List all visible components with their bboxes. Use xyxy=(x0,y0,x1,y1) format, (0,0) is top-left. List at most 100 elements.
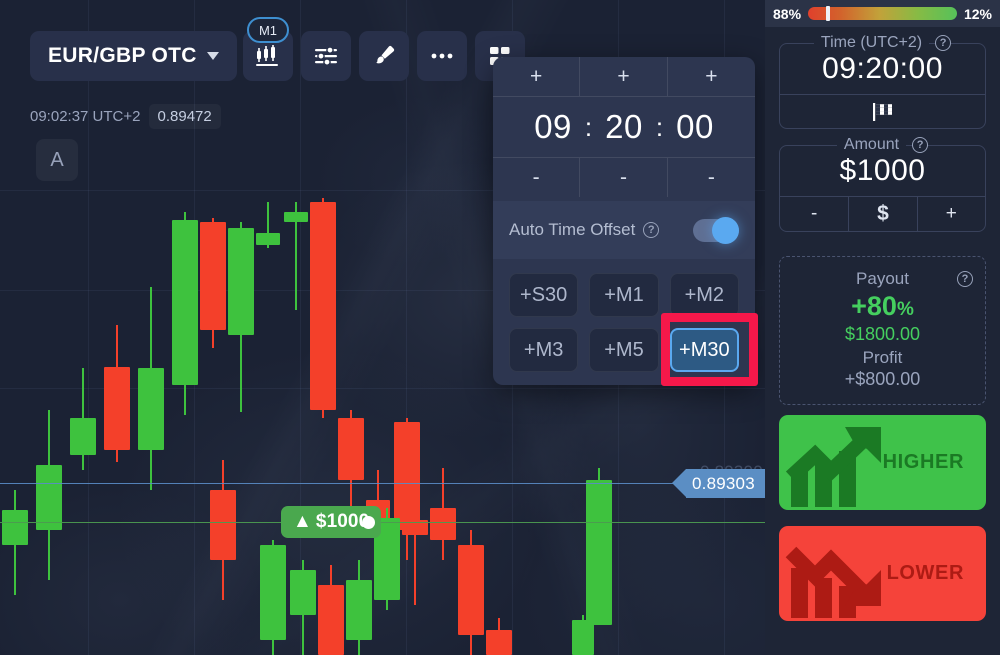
payout-percent: +80% xyxy=(780,291,985,322)
candle-wick xyxy=(414,470,416,605)
higher-button[interactable]: HIGHER xyxy=(779,415,986,510)
help-icon[interactable]: ? xyxy=(912,137,929,153)
amount-field-header: Amount ? xyxy=(780,136,985,154)
more-options-button[interactable] xyxy=(417,31,467,81)
candle-body xyxy=(586,480,612,625)
candle xyxy=(2,490,28,595)
higher-button-label: HIGHER xyxy=(882,451,964,473)
trade-panel: 88% 12% Time (UTC+2) ? 09:20:00 Amount ?… xyxy=(765,0,1000,655)
amount-field[interactable]: Amount ? $1000 - $ + xyxy=(779,136,986,232)
drawing-tools-button[interactable] xyxy=(359,31,409,81)
candle-body xyxy=(310,202,336,410)
symbol-selector-button[interactable]: EUR/GBP OTC xyxy=(30,31,237,81)
offset-button-plus-m30[interactable]: +M30 xyxy=(669,328,739,372)
payout-percent-value: +80 xyxy=(851,291,897,321)
candle-body xyxy=(36,465,62,530)
candle xyxy=(260,540,286,655)
candle xyxy=(310,198,336,418)
auto-time-offset-label: Auto Time Offset xyxy=(509,220,636,239)
candle xyxy=(430,468,456,560)
offset-button-plus-m2[interactable]: +M2 xyxy=(669,273,739,317)
candle xyxy=(210,460,236,600)
quick-offset-grid: +S30 +M1 +M2 +M3 +M5 +M30 xyxy=(493,259,755,385)
candle-body xyxy=(256,233,280,245)
offset-button-plus-m5[interactable]: +M5 xyxy=(589,328,659,372)
amount-field-label: Amount xyxy=(836,136,907,154)
offset-button-plus-m1[interactable]: +M1 xyxy=(589,273,659,317)
time-field[interactable]: Time (UTC+2) ? 09:20:00 xyxy=(779,34,986,129)
more-dots-icon xyxy=(431,53,453,59)
help-icon[interactable]: ? xyxy=(643,222,660,238)
lower-button-label: LOWER xyxy=(886,562,964,584)
candle-body xyxy=(138,368,164,450)
candle-body xyxy=(346,580,372,640)
profit-amount: +$800.00 xyxy=(844,369,921,389)
candle-body xyxy=(572,620,594,655)
amount-decrement-button[interactable]: - xyxy=(780,197,848,231)
price-badge-arrow xyxy=(672,469,686,497)
hours-decrement-button[interactable]: - xyxy=(493,158,581,197)
candle xyxy=(256,202,280,248)
auto-time-offset-toggle[interactable] xyxy=(693,216,739,244)
offset-button-plus-s30[interactable]: +S30 xyxy=(509,273,579,317)
candle-body xyxy=(210,490,236,560)
payout-amount: $1800.00 xyxy=(844,324,921,344)
candle-body xyxy=(284,212,308,222)
timeframe-badge: M1 xyxy=(247,17,289,43)
candle-body xyxy=(104,367,130,450)
sentiment-right-percent: 12% xyxy=(963,5,992,22)
payout-percent-unit: % xyxy=(896,299,914,320)
checkered-flag-icon xyxy=(872,102,892,121)
quote-readout: 09:02:37 UTC+2 0.89472 xyxy=(30,104,221,129)
candle-body xyxy=(290,570,316,615)
seconds-increment-button[interactable]: + xyxy=(668,57,755,96)
hours-value[interactable]: 09 xyxy=(534,108,572,146)
candle-body xyxy=(486,630,512,655)
current-price-line xyxy=(0,483,765,484)
candle xyxy=(318,565,344,655)
time-decrement-row: - - - xyxy=(493,158,755,197)
time-separator: : xyxy=(584,111,593,142)
lower-button[interactable]: LOWER xyxy=(779,526,986,621)
chart-type-button[interactable]: M1 xyxy=(243,17,293,81)
amount-controls: - $ + xyxy=(780,196,985,231)
candle xyxy=(402,470,428,605)
offset-button-plus-m3[interactable]: +M3 xyxy=(509,328,579,372)
candlestick-chart-icon xyxy=(256,45,278,66)
minutes-value[interactable]: 20 xyxy=(605,108,643,146)
toggle-knob xyxy=(712,216,739,244)
payout-panel: ? Payout +80% $1800.00 Profit +$800.00 xyxy=(779,256,986,405)
candle xyxy=(200,218,226,348)
candle xyxy=(458,530,484,655)
current-price-badge: 0.89303 xyxy=(672,469,765,498)
time-value-row: 09 : 20 : 00 xyxy=(493,96,755,158)
minutes-increment-button[interactable]: + xyxy=(580,57,668,96)
currency-button[interactable]: $ xyxy=(848,197,916,231)
quote-time: 09:02:37 UTC+2 xyxy=(30,108,141,125)
candle xyxy=(290,560,316,655)
candle xyxy=(572,615,594,655)
minutes-decrement-button[interactable]: - xyxy=(580,158,668,197)
chart-gridline-v xyxy=(300,0,301,655)
time-picker-popup[interactable]: + + + 09 : 20 : 00 - - - Auto Time Offse… xyxy=(493,57,755,385)
chevron-down-icon xyxy=(206,52,219,60)
seconds-value[interactable]: 00 xyxy=(676,108,714,146)
time-separator: : xyxy=(655,111,664,142)
expiration-mode-button[interactable] xyxy=(780,94,985,128)
sentiment-left-percent: 88% xyxy=(773,5,802,22)
hours-increment-button[interactable]: + xyxy=(493,57,581,96)
sentiment-bar-row: 88% 12% xyxy=(765,0,1000,27)
help-icon[interactable]: ? xyxy=(935,35,952,51)
candle xyxy=(104,325,130,462)
candle-body xyxy=(430,508,456,540)
help-icon[interactable]: ? xyxy=(957,271,973,287)
candle xyxy=(346,560,372,655)
seconds-decrement-button[interactable]: - xyxy=(668,158,755,197)
candle-body xyxy=(172,220,198,385)
amount-increment-button[interactable]: + xyxy=(916,197,985,231)
sentiment-gradient-bar xyxy=(808,6,957,21)
annotation-button[interactable]: A xyxy=(36,139,78,181)
time-field-header: Time (UTC+2) ? xyxy=(780,34,985,52)
chart-gridline-v xyxy=(88,0,89,655)
indicators-button[interactable] xyxy=(301,31,351,81)
